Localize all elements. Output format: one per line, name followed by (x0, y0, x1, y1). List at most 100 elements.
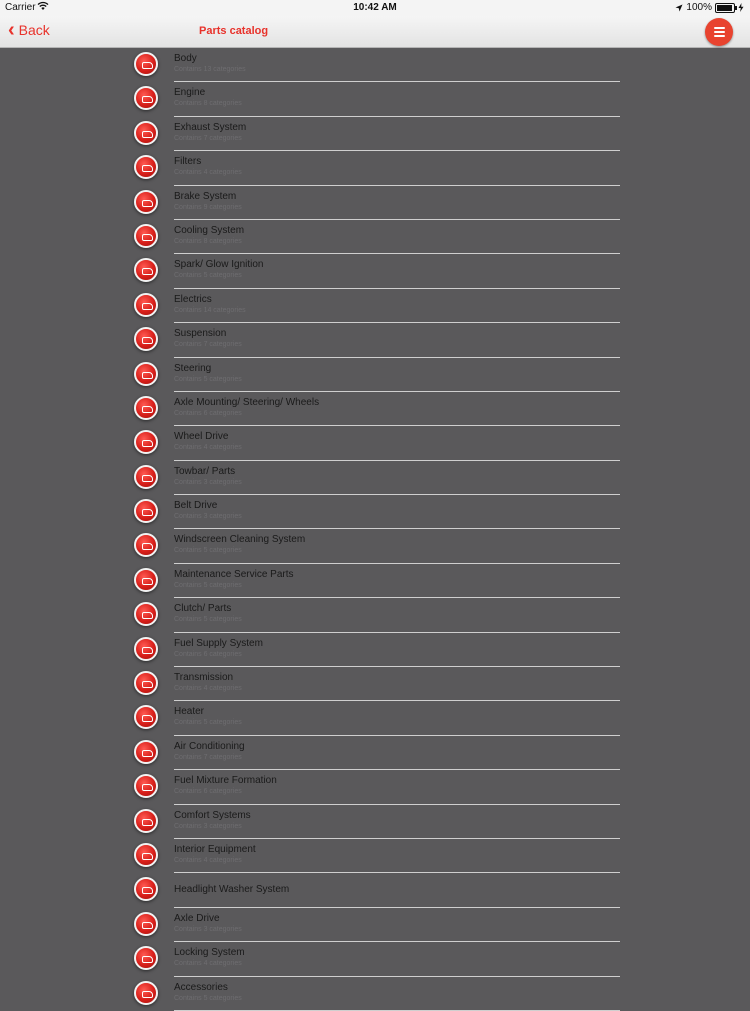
list-item[interactable]: Belt Drive Contains 3 categories (0, 495, 750, 530)
list-item[interactable]: Axle Mounting/ Steering/ Wheels Contains … (0, 392, 750, 427)
category-icon (134, 877, 158, 902)
category-icon (134, 86, 158, 111)
menu-icon-line (713, 31, 725, 33)
category-icon (134, 808, 158, 833)
item-subtitle: Contains 4 categories (174, 685, 242, 693)
item-title: Fuel Supply System (174, 637, 263, 649)
item-subtitle: Contains 7 categories (174, 341, 242, 349)
category-icon (134, 499, 158, 524)
item-title: Body (174, 53, 197, 64)
category-icon (134, 842, 158, 867)
item-subtitle: Contains 3 categories (174, 925, 242, 933)
list-item[interactable]: Spark/ Glow Ignition Contains 5 categorie… (0, 254, 750, 289)
list-item[interactable]: Brake System Contains 9 categories (0, 186, 750, 220)
item-title: Interior Equipment (174, 843, 256, 855)
item-subtitle: Contains 5 categories (174, 375, 242, 383)
list-item[interactable]: Electrics Contains 14 categories (0, 289, 750, 324)
item-subtitle: Contains 3 categories (174, 822, 242, 830)
category-icon (134, 774, 158, 799)
item-title: Filters (174, 156, 202, 168)
list-item[interactable]: Fuel Supply System Contains 6 categories (0, 633, 750, 668)
list-item[interactable]: Engine Contains 8 categories (0, 82, 750, 117)
item-title: Towbar/ Parts (174, 465, 236, 477)
location-arrow-icon (675, 4, 683, 11)
status-right: 100% (675, 2, 744, 13)
list-item[interactable]: Maintenance Service Parts Contains 5 cate… (0, 564, 750, 599)
battery-icon (715, 2, 737, 13)
item-title: Exhaust System (174, 121, 247, 133)
item-title: Transmission (174, 672, 234, 684)
menu-icon-line (713, 35, 725, 37)
list-item[interactable]: Filters Contains 4 categories (0, 151, 750, 186)
item-title: Maintenance Service Parts (174, 568, 294, 580)
item-subtitle: Contains 7 categories (174, 134, 242, 142)
item-title: Fuel Mixture Formation (174, 775, 277, 787)
category-icon (134, 671, 158, 696)
item-title: Axle Drive (174, 912, 220, 924)
item-subtitle: Contains 4 categories (174, 960, 242, 968)
list-item[interactable]: Heater Contains 5 categories (0, 701, 750, 736)
item-subtitle: Contains 5 categories (174, 616, 242, 624)
list-item[interactable]: Locking System Contains 4 categories (0, 942, 750, 977)
item-subtitle: Contains 8 categories (174, 237, 242, 245)
item-title: Electrics (174, 293, 212, 305)
list-item[interactable]: Wheel Drive Contains 4 categories (0, 426, 750, 461)
category-icon (134, 980, 158, 1005)
status-bar: Carrier 10:42 AM 100% (0, 0, 750, 16)
item-subtitle: Contains 5 categories (174, 547, 242, 555)
list-item[interactable]: Accessories Contains 5 categories (0, 977, 750, 1011)
item-title: Engine (174, 87, 206, 99)
item-title: Steering (174, 362, 212, 374)
parts-category-list: Body Contains 13 categories Engine Contains… (0, 48, 750, 1011)
item-title: Belt Drive (174, 500, 218, 512)
list-item[interactable]: Exhaust System Contains 7 categories (0, 117, 750, 152)
category-icon (134, 911, 158, 936)
list-item[interactable]: Headlight Washer System (0, 873, 750, 908)
chevron-left-icon: ‹ (8, 19, 15, 41)
item-title: Headlight Washer System (174, 884, 290, 896)
list-item[interactable]: Axle Drive Contains 3 categories (0, 908, 750, 943)
menu-button[interactable] (705, 18, 733, 46)
item-subtitle: Contains 5 categories (174, 994, 242, 1002)
item-title: Axle Mounting/ Steering/ Wheels (174, 396, 320, 408)
list-item[interactable]: Comfort Systems Contains 3 categories (0, 805, 750, 839)
item-subtitle: Contains 5 categories (174, 581, 242, 589)
item-subtitle: Contains 13 categories (174, 66, 246, 73)
category-icon (134, 52, 158, 76)
list-item[interactable]: Windscreen Cleaning System Contains 5 cat… (0, 529, 750, 564)
category-icon (134, 464, 158, 489)
category-icon (134, 567, 158, 592)
category-icon (134, 946, 158, 971)
list-item[interactable]: Fuel Mixture Formation Contains 6 categor… (0, 770, 750, 805)
list-item[interactable]: Air Conditioning Contains 7 categories (0, 736, 750, 771)
list-item[interactable]: Steering Contains 5 categories (0, 358, 750, 392)
item-subtitle: Contains 5 categories (174, 719, 242, 727)
category-icon (134, 258, 158, 283)
item-title: Windscreen Cleaning System (174, 534, 306, 546)
category-icon (134, 602, 158, 627)
item-title: Clutch/ Parts (174, 603, 232, 615)
list-item[interactable]: Body Contains 13 categories (0, 48, 750, 83)
list-item[interactable]: Suspension Contains 7 categories (0, 323, 750, 358)
item-title: Accessories (174, 981, 228, 993)
page-title: Parts catalog (199, 25, 269, 37)
item-title: Locking System (174, 947, 245, 959)
list-item[interactable]: Towbar/ Parts Contains 3 categories (0, 461, 750, 496)
item-subtitle: Contains 6 categories (174, 788, 242, 796)
category-icon (134, 430, 158, 455)
item-subtitle: Contains 8 categories (174, 100, 242, 108)
category-icon (134, 395, 158, 420)
item-subtitle: Contains 3 categories (174, 478, 242, 486)
clock: 10:42 AM (353, 2, 397, 13)
list-item[interactable]: Cooling System Contains 8 categories (0, 220, 750, 255)
charging-bolt-icon (738, 3, 744, 12)
menu-icon-line (713, 27, 725, 29)
item-title: Cooling System (174, 224, 245, 236)
item-subtitle: Contains 14 categories (174, 306, 246, 314)
list-item[interactable]: Clutch/ Parts Contains 5 categories (0, 598, 750, 633)
back-label: Back (18, 22, 50, 38)
back-button[interactable]: ‹ Back (8, 19, 50, 41)
list-item[interactable]: Interior Equipment Contains 4 categories (0, 839, 750, 874)
list-item[interactable]: Transmission Contains 4 categories (0, 667, 750, 702)
category-icon (134, 533, 158, 558)
